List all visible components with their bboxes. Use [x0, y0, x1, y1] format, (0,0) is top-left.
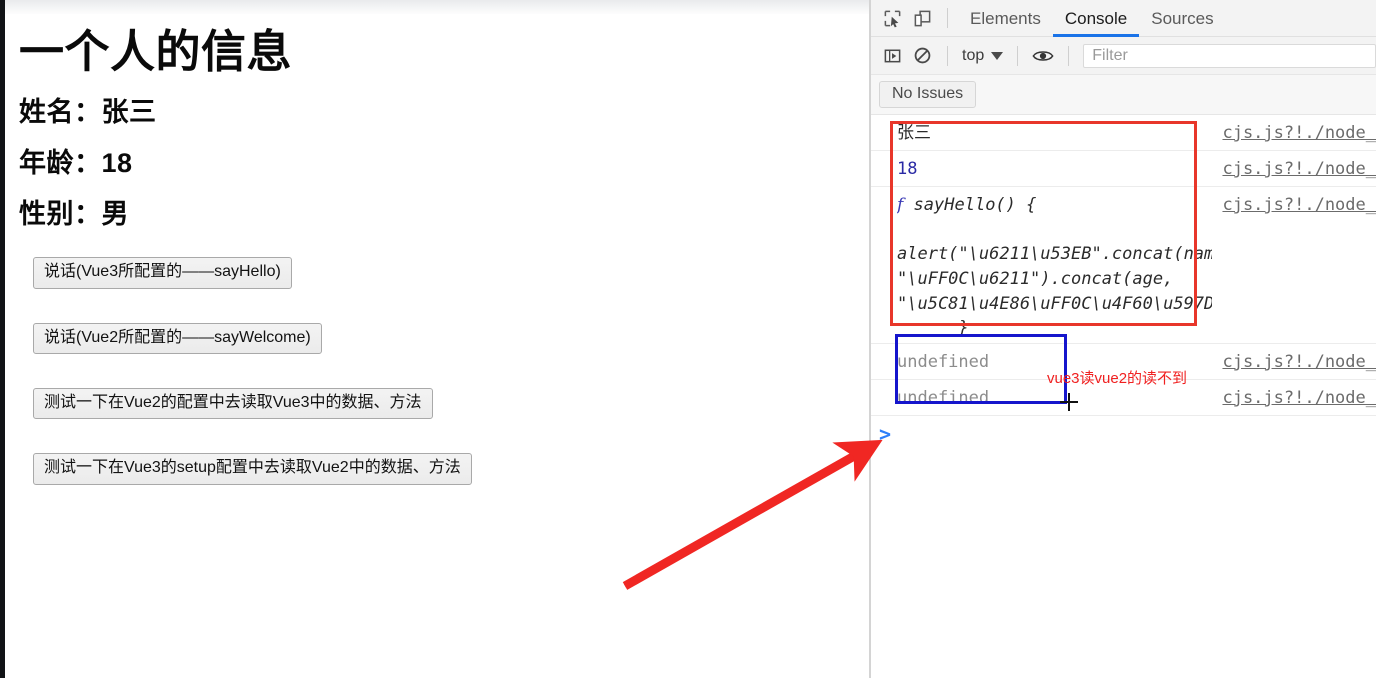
device-toolbar-icon[interactable]: [907, 4, 937, 32]
live-expression-eye-icon[interactable]: [1028, 42, 1058, 70]
console-message-text: f sayHello() { alert("\u6211\u53EB".conc…: [897, 189, 1212, 341]
toolbar-separator-4: [1068, 45, 1070, 66]
console-message-row[interactable]: 张三 cjs.js?!./node_: [871, 115, 1376, 151]
console-filter-input[interactable]: Filter: [1083, 43, 1376, 68]
execution-context-selector[interactable]: top: [958, 47, 1007, 65]
console-message-text: undefined: [897, 351, 990, 372]
chevron-down-icon: [991, 51, 1004, 60]
screenshot-root: 一个人的信息 姓名：张三 年龄：18 性别：男 说话(Vue3所配置的——say…: [0, 0, 1376, 678]
console-source-link[interactable]: cjs.js?!./node_: [1212, 382, 1376, 411]
console-message-text: 张三: [897, 123, 931, 142]
action-button-stack: 说话(Vue3所配置的——sayHello) 说话(Vue2所配置的——sayW…: [19, 228, 869, 485]
info-label-gender: 性别：: [19, 199, 102, 230]
function-source-text: sayHello() { alert("\u6211\u53EB".concat…: [897, 195, 1213, 339]
console-message-text: 18: [897, 159, 918, 179]
page-title: 一个人的信息: [19, 26, 293, 77]
execution-context-label: top: [962, 46, 985, 64]
page-content: 一个人的信息 姓名：张三 年龄：18 性别：男 说话(Vue3所配置的——say…: [5, 14, 869, 678]
console-message-row[interactable]: undefined cjs.js?!./node_: [871, 380, 1376, 416]
read-vue3-from-vue2-button[interactable]: 测试一下在Vue2的配置中去读取Vue3中的数据、方法: [33, 388, 433, 420]
info-row-name: 姓名：张三: [19, 75, 869, 126]
console-messages-list[interactable]: 张三 cjs.js?!./node_ 18 cjs.js?!./node_ f …: [871, 115, 1376, 678]
devtools-panel: Elements Console Sources top Filter No I…: [871, 0, 1376, 678]
console-message-text: undefined: [897, 387, 990, 408]
read-vue2-from-vue3-setup-button[interactable]: 测试一下在Vue3的setup配置中去读取Vue2中的数据、方法: [33, 453, 472, 485]
function-glyph-icon: f: [897, 195, 904, 215]
no-issues-button[interactable]: No Issues: [879, 81, 977, 108]
toolbar-separator-3: [1017, 45, 1019, 66]
devtools-tabbar: Elements Console Sources: [871, 0, 1376, 37]
console-message-row[interactable]: f sayHello() { alert("\u6211\u53EB".conc…: [871, 187, 1376, 344]
console-prompt-row[interactable]: >: [871, 416, 1376, 452]
console-message-row[interactable]: 18 cjs.js?!./node_: [871, 151, 1376, 187]
console-message-row[interactable]: undefined cjs.js?!./node_: [871, 344, 1376, 380]
say-welcome-button[interactable]: 说话(Vue2所配置的——sayWelcome): [33, 322, 322, 355]
info-row-age: 年龄：18: [19, 126, 869, 177]
inspect-element-icon[interactable]: [877, 4, 907, 32]
info-value-age: 18: [101, 148, 133, 179]
tab-sources[interactable]: Sources: [1139, 0, 1225, 37]
console-sidebar-icon[interactable]: [877, 42, 907, 70]
rendered-web-page: 一个人的信息 姓名：张三 年龄：18 性别：男 说话(Vue3所配置的——say…: [0, 0, 869, 678]
issues-bar: No Issues: [871, 75, 1376, 115]
tab-console[interactable]: Console: [1053, 0, 1139, 37]
console-source-link[interactable]: cjs.js?!./node_: [1212, 117, 1376, 146]
console-toolbar: top Filter: [871, 37, 1376, 75]
console-source-link[interactable]: cjs.js?!./node_: [1212, 189, 1376, 218]
clear-console-icon[interactable]: [907, 42, 937, 70]
info-row-gender: 性别：男: [19, 177, 869, 228]
info-value-gender: 男: [101, 199, 129, 230]
tab-elements[interactable]: Elements: [958, 0, 1053, 37]
viewport-top-band: [5, 0, 869, 14]
console-prompt-caret-icon: >: [879, 421, 892, 446]
toolbar-separator: [947, 8, 948, 28]
console-source-link[interactable]: cjs.js?!./node_: [1212, 153, 1376, 182]
info-label-name: 姓名：: [19, 97, 102, 128]
say-hello-button[interactable]: 说话(Vue3所配置的——sayHello): [33, 257, 292, 289]
toolbar-separator-2: [947, 45, 948, 66]
info-value-name: 张三: [101, 97, 157, 128]
info-label-age: 年龄：: [19, 148, 102, 179]
console-source-link[interactable]: cjs.js?!./node_: [1212, 346, 1376, 375]
